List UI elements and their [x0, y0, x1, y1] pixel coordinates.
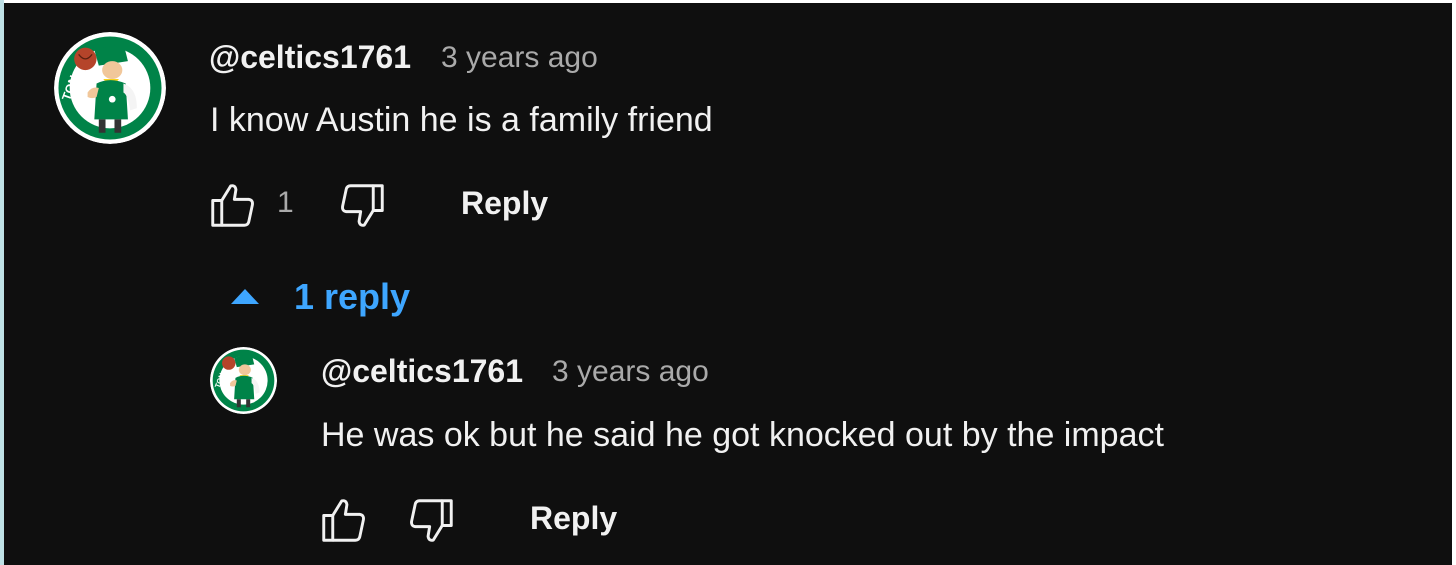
thumbs-up-icon — [211, 184, 254, 227]
thumbs-up-icon — [322, 499, 365, 542]
caret-up-icon[interactable] — [230, 286, 260, 311]
avatar[interactable]: TON — [54, 32, 166, 144]
comment-author[interactable]: @celtics1761 — [209, 37, 411, 77]
reply-author[interactable]: @celtics1761 — [321, 351, 523, 391]
reply-text: He was ok but he said he got knocked out… — [321, 416, 1164, 454]
reply-like-button[interactable] — [317, 493, 371, 547]
celtics-logo-icon: TON — [54, 32, 166, 144]
celtics-logo-icon: TON — [210, 347, 277, 414]
like-count: 1 — [277, 186, 294, 219]
dislike-button[interactable] — [335, 179, 389, 233]
comment-text: I know Austin he is a family friend — [210, 101, 713, 139]
like-button[interactable] — [206, 178, 260, 232]
reply-reply-button[interactable]: Reply — [530, 498, 617, 538]
thumbs-down-icon — [341, 184, 384, 227]
replies-toggle-button[interactable]: 1 reply — [294, 275, 410, 319]
thumbs-down-icon — [410, 499, 453, 542]
reply-timestamp[interactable]: 3 years ago — [552, 352, 709, 392]
reply-button[interactable]: Reply — [461, 183, 548, 223]
reply-avatar[interactable]: TON — [210, 347, 277, 414]
reply-dislike-button[interactable] — [404, 494, 458, 548]
comments-panel: TON @celtics1761 3 years ago I know Aust… — [4, 3, 1452, 565]
comment-timestamp[interactable]: 3 years ago — [441, 38, 598, 78]
